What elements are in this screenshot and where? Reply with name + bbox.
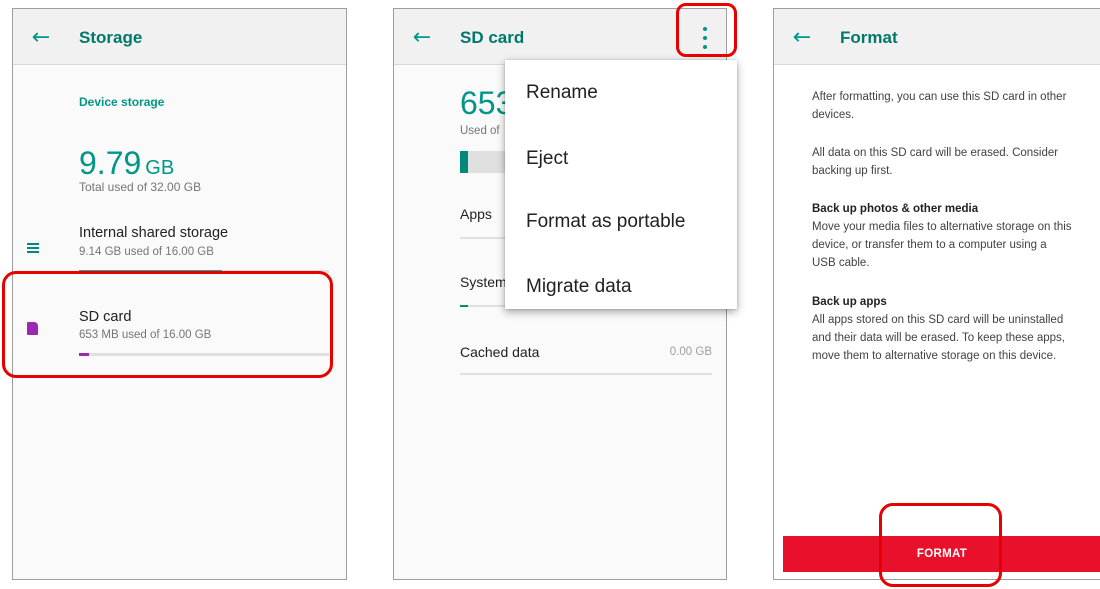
backup-apps-heading: Back up apps bbox=[812, 296, 887, 308]
sd-card-app-bar: ← SD card bbox=[394, 9, 726, 65]
storage-list-icon bbox=[27, 243, 41, 257]
back-arrow-icon[interactable]: ← bbox=[788, 23, 816, 51]
storage-content: Device storage 9.79 GB Total used of 32.0… bbox=[13, 65, 346, 579]
backup-photos-body: Move your media files to alternative sto… bbox=[812, 221, 1072, 269]
section-header: Device storage bbox=[79, 95, 165, 109]
page-title: Storage bbox=[79, 28, 143, 47]
back-arrow-icon[interactable]: ← bbox=[27, 23, 55, 51]
storage-used-total: 9.79 GB bbox=[79, 145, 174, 182]
format-warning-text: All data on this SD card will be erased.… bbox=[812, 147, 1059, 177]
sd-usage-bar-fill bbox=[460, 151, 468, 173]
page-title: SD card bbox=[460, 28, 525, 47]
menu-item-eject[interactable]: Eject bbox=[526, 148, 568, 170]
storage-screen: ← Storage Device storage 9.79 GB Total us… bbox=[12, 8, 347, 580]
format-intro-text: After formatting, you can use this SD ca… bbox=[812, 91, 1067, 121]
category-cached-data[interactable]: Cached data bbox=[460, 344, 539, 360]
backup-photos-section: Back up photos & other media Move your m… bbox=[812, 200, 1072, 272]
storage-total-text: Total used of 32.00 GB bbox=[79, 180, 202, 194]
internal-storage-bar-fill bbox=[79, 270, 222, 273]
category-system[interactable]: System bbox=[460, 274, 507, 290]
sd-card-label: SD card bbox=[79, 309, 132, 325]
back-arrow-icon[interactable]: ← bbox=[408, 23, 436, 51]
internal-storage-label: Internal shared storage bbox=[79, 225, 229, 241]
format-content: After formatting, you can use this SD ca… bbox=[774, 65, 1100, 579]
category-system-bar-fill bbox=[460, 305, 468, 307]
sd-card-detail: 653 MB used of 16.00 GB bbox=[79, 329, 212, 341]
format-screen: ← Format After formatting, you can use t… bbox=[773, 8, 1100, 580]
sd-usage-subtitle: Used of bbox=[460, 125, 500, 137]
sd-card-bar-fill bbox=[79, 353, 89, 356]
storage-app-bar: ← Storage bbox=[13, 9, 346, 65]
internal-storage-bar bbox=[79, 270, 329, 273]
backup-apps-body: All apps stored on this SD card will be … bbox=[812, 314, 1065, 362]
category-apps[interactable]: Apps bbox=[460, 206, 492, 222]
internal-storage-detail: 9.14 GB used of 16.00 GB bbox=[79, 246, 214, 258]
page-title: Format bbox=[840, 28, 898, 47]
category-cached-data-bar bbox=[460, 373, 712, 375]
menu-item-rename[interactable]: Rename bbox=[526, 82, 598, 104]
storage-used-unit: GB bbox=[145, 157, 175, 179]
backup-apps-section: Back up apps All apps stored on this SD … bbox=[812, 293, 1072, 365]
menu-item-migrate-data[interactable]: Migrate data bbox=[526, 276, 632, 298]
category-cached-data-size: 0.00 GB bbox=[669, 346, 712, 358]
backup-photos-heading: Back up photos & other media bbox=[812, 203, 979, 215]
sd-card-bar bbox=[79, 353, 329, 356]
menu-item-format-as-portable[interactable]: Format as portable bbox=[526, 211, 685, 233]
format-app-bar: ← Format bbox=[774, 9, 1100, 65]
sd-card-icon bbox=[27, 322, 41, 336]
overflow-menu: Rename Eject Format as portable Migrate … bbox=[505, 60, 737, 309]
format-button[interactable]: FORMAT bbox=[783, 536, 1100, 572]
more-options-icon[interactable] bbox=[696, 27, 714, 49]
storage-used-value: 9.79 bbox=[79, 145, 142, 181]
